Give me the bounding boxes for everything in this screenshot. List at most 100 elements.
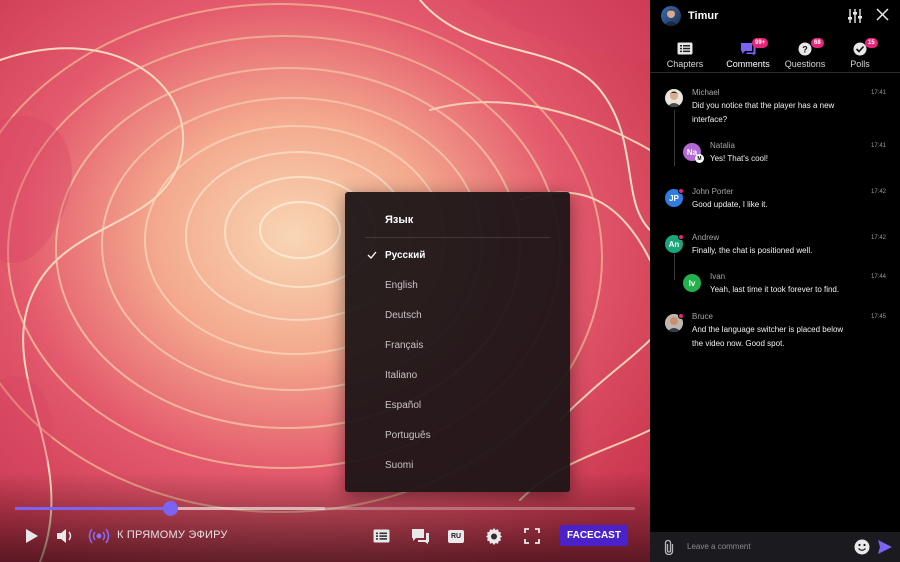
avatar[interactable]: Na M	[683, 143, 704, 163]
message-author: Ivan	[710, 272, 726, 281]
chat-message: Michael Did you notice that the player h…	[650, 86, 900, 134]
seek-bar[interactable]	[15, 501, 635, 516]
tab-polls[interactable]: 15 Polls	[830, 33, 890, 73]
emoji-icon[interactable]	[854, 539, 870, 555]
message-time: 17:42	[870, 235, 886, 241]
tab-label: Chapters	[666, 59, 704, 69]
panel-header: Timur	[650, 0, 900, 33]
message-text: And the language switcher is placed belo…	[692, 325, 844, 334]
comment-composer: Leave a comment	[650, 532, 900, 562]
message-text: Did you notice that the player has a new	[692, 101, 835, 110]
close-icon[interactable]	[876, 8, 889, 21]
language-option-italian[interactable]: Italiano	[385, 370, 417, 381]
attach-icon[interactable]	[663, 539, 675, 556]
message-text: Yes! That's cool!	[710, 154, 769, 163]
tab-label: Questions	[784, 59, 826, 69]
facecast-brand-button[interactable]: FACECAST	[560, 525, 628, 546]
check-icon	[367, 251, 377, 259]
played-range	[15, 507, 170, 510]
polls-count-badge: 15	[865, 38, 878, 48]
question-icon: ?	[798, 42, 812, 56]
tab-comments[interactable]: 99+ Comments	[718, 33, 778, 73]
message-author: Andrew	[692, 233, 720, 242]
language-menu: Язык Русский English Deutsch Français It…	[345, 192, 570, 492]
message-time: 17:41	[870, 90, 886, 96]
user-avatar[interactable]	[661, 6, 681, 26]
user-name: Timur	[688, 10, 719, 22]
sliders-icon[interactable]	[848, 8, 862, 24]
avatar[interactable]	[665, 313, 684, 332]
play-button[interactable]	[24, 528, 40, 544]
message-author: Bruce	[692, 312, 713, 321]
language-option-portuguese[interactable]: Português	[385, 430, 431, 441]
send-icon[interactable]	[877, 539, 893, 555]
language-option-english[interactable]: English	[385, 280, 418, 291]
chapters-button[interactable]	[372, 528, 390, 544]
comment-input[interactable]: Leave a comment	[687, 542, 751, 551]
language-option-russian[interactable]: Русский	[385, 250, 425, 261]
chat-message: An Andrew Finally, the chat is positione…	[650, 232, 900, 262]
user-photo-icon	[664, 9, 678, 26]
avatar-initials: JP	[669, 193, 679, 203]
message-text: Finally, the chat is positioned well.	[692, 246, 813, 255]
play-icon	[26, 529, 38, 543]
chat-message-reply: Na M Natalia Yes! That's cool! 17:41	[650, 140, 900, 170]
avatar-initials: Iv	[688, 278, 696, 288]
language-option-spanish[interactable]: Español	[385, 400, 421, 411]
message-time: 17:44	[870, 274, 886, 280]
volume-button[interactable]	[56, 527, 76, 545]
message-text: the video now. Good spot.	[692, 339, 785, 348]
tab-chapters[interactable]: Chapters	[655, 33, 715, 73]
fullscreen-icon	[524, 528, 540, 544]
message-time: 17:42	[870, 189, 886, 195]
message-text: interface?	[692, 115, 728, 124]
svg-text:?: ?	[802, 45, 808, 55]
volume-icon	[57, 529, 72, 543]
online-dot	[678, 188, 684, 194]
comments-icon	[411, 528, 429, 544]
live-broadcast-icon	[88, 528, 110, 544]
message-author: Natalia	[710, 141, 735, 150]
chat-message-reply: Iv Ivan Yeah, last time it took forever …	[650, 271, 900, 301]
ru-badge: RU	[448, 529, 464, 543]
go-live-label[interactable]: К ПРЯМОМУ ЭФИРУ	[117, 529, 228, 541]
tab-questions[interactable]: ? 68 Questions	[775, 33, 835, 73]
chat-message: JP John Porter Good update, I like it. 1…	[650, 186, 900, 216]
language-option-german[interactable]: Deutsch	[385, 310, 422, 321]
fullscreen-button[interactable]	[523, 527, 541, 545]
avatar[interactable]: Iv	[683, 274, 701, 292]
comments-count-badge: 99+	[752, 38, 769, 48]
moderator-badge: M	[695, 154, 704, 163]
user-photo-icon	[667, 91, 681, 107]
message-text: Good update, I like it.	[692, 200, 768, 209]
subtitles-language-button[interactable]: RU	[447, 529, 465, 543]
avatar[interactable]: JP	[665, 188, 684, 207]
online-dot	[678, 234, 684, 240]
tab-label: Comments	[726, 59, 770, 69]
message-time: 17:41	[870, 143, 886, 149]
language-option-french[interactable]: Français	[385, 340, 423, 351]
avatar[interactable]: An	[665, 234, 684, 253]
seek-handle[interactable]	[163, 501, 178, 516]
panel-tabs: Chapters 99+ Comments ? 68 Questions 15 …	[650, 33, 900, 73]
avatar[interactable]	[665, 89, 683, 107]
avatar-initials: An	[668, 239, 680, 249]
side-panel: Timur Chapters 99+ Comments ? 68 Questio…	[650, 0, 900, 562]
online-dot	[678, 313, 684, 319]
language-option-finnish[interactable]: Suomi	[385, 460, 413, 471]
message-author: John Porter	[692, 187, 734, 196]
gear-icon	[486, 528, 502, 545]
settings-button[interactable]	[485, 527, 503, 545]
language-menu-title: Язык	[385, 214, 414, 226]
menu-divider	[365, 237, 550, 238]
questions-count-badge: 68	[811, 38, 824, 48]
message-time: 17:45	[870, 314, 886, 320]
chat-button[interactable]	[410, 527, 430, 545]
live-button[interactable]	[88, 527, 110, 545]
chat-message: Bruce And the language switcher is place…	[650, 311, 900, 353]
list-icon	[677, 42, 693, 55]
video-player[interactable]: Язык Русский English Deutsch Français It…	[0, 0, 650, 562]
message-text: Yeah, last time it took forever to find.	[710, 285, 840, 294]
list-icon	[373, 529, 389, 543]
tab-label: Polls	[850, 59, 870, 69]
